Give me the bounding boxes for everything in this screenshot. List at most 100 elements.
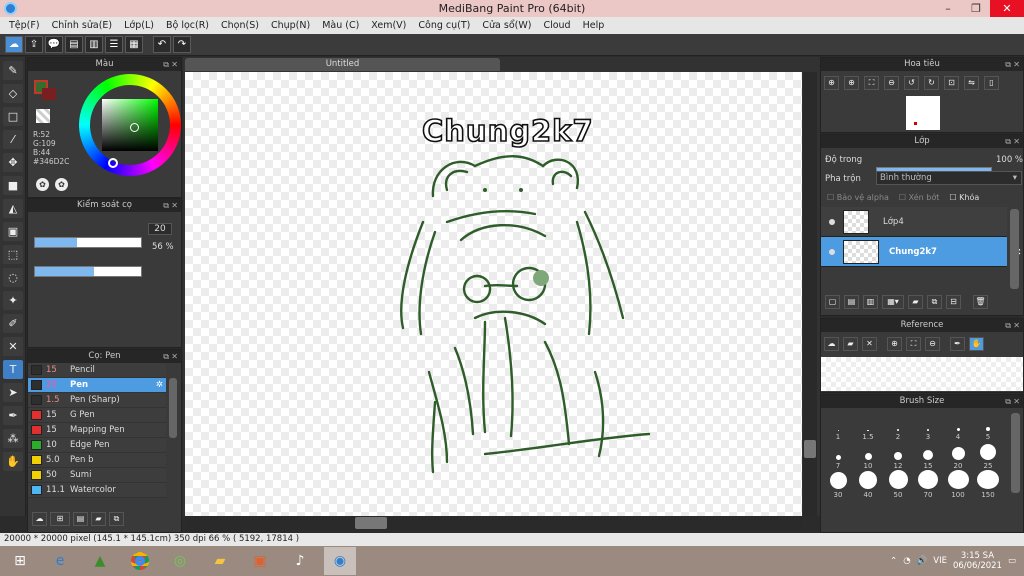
panel-close-icon[interactable]: ✕	[1013, 395, 1020, 408]
float-icon[interactable]: ⧉	[163, 58, 169, 71]
menu-select[interactable]: Chọn(S)	[215, 20, 265, 31]
reference-fit-icon[interactable]: ⛶	[906, 337, 921, 351]
minimize-button[interactable]: –	[934, 0, 962, 17]
reference-eyedropper-icon[interactable]: ✒	[950, 337, 965, 351]
bucket-tool-icon[interactable]: ◭	[3, 199, 23, 218]
brush-item-g-pen[interactable]: 15 G Pen	[28, 408, 166, 423]
app-green-icon[interactable]: ◎	[164, 547, 196, 575]
float-icon[interactable]: ⧉	[1005, 58, 1011, 71]
wifi-icon[interactable]: ◔	[903, 556, 910, 566]
brush-size-preset[interactable]: 15	[913, 441, 943, 470]
float-icon[interactable]: ⧉	[1005, 319, 1011, 332]
brush-item-watercolor[interactable]: 11.1 Watercolor	[28, 483, 166, 498]
tiktok-icon[interactable]: ♪	[284, 547, 316, 575]
panel-close-icon[interactable]: ✕	[171, 58, 178, 71]
rect-tool-icon[interactable]: □	[3, 107, 23, 126]
menu-file[interactable]: Tệp(F)	[3, 20, 46, 31]
menu-layer[interactable]: Lớp(L)	[118, 20, 160, 31]
redo-icon[interactable]: ↷	[173, 36, 191, 53]
horizontal-scrollbar[interactable]	[185, 516, 802, 530]
brush-size-preset[interactable]: 2	[883, 412, 913, 441]
vertical-scroll-thumb[interactable]	[804, 440, 816, 458]
lock-checkbox[interactable]: ☐ Khóa	[949, 193, 979, 202]
brush-opacity-slider[interactable]	[34, 266, 142, 277]
chat-icon[interactable]: 💬	[45, 36, 63, 53]
navigator-preview[interactable]	[906, 96, 940, 130]
zoom-out-icon[interactable]: ⊖	[884, 76, 899, 90]
brush-item-pen-b[interactable]: 5.0 Pen b	[28, 453, 166, 468]
hand-tool-icon[interactable]: ✋	[3, 452, 23, 471]
bluestacks-icon[interactable]: ▲	[84, 547, 116, 575]
fill-rect-icon[interactable]: ■	[3, 176, 23, 195]
upload-icon[interactable]: ⇪	[25, 36, 43, 53]
lasso-icon[interactable]: ◌	[3, 268, 23, 287]
brush-size-value[interactable]: 20	[148, 223, 172, 235]
panel-close-icon[interactable]: ✕	[1013, 135, 1020, 148]
media-app-icon[interactable]: ▣	[244, 547, 276, 575]
float-icon[interactable]: ⧉	[1005, 135, 1011, 148]
brush-size-preset[interactable]: 150	[973, 470, 1003, 499]
brush-size-preset[interactable]: 25	[973, 441, 1003, 470]
brush-size-scrollbar[interactable]	[1011, 413, 1020, 493]
brush-size-preset[interactable]: 1	[823, 412, 853, 441]
panel-close-icon[interactable]: ✕	[1013, 319, 1020, 332]
new-8bit-layer-icon[interactable]: ▥	[863, 295, 878, 309]
brush-tool-icon[interactable]: ✎	[3, 61, 23, 80]
float-icon[interactable]: ⧉	[1005, 395, 1011, 408]
panel-close-icon[interactable]: ✕	[171, 199, 178, 212]
grid-icon[interactable]: ▦	[125, 36, 143, 53]
gear-icon[interactable]: ✲	[156, 380, 163, 390]
horizontal-scroll-thumb[interactable]	[355, 517, 387, 529]
gradient-tool-icon[interactable]: ▣	[3, 222, 23, 241]
vertical-scrollbar[interactable]	[803, 72, 817, 516]
notification-icon[interactable]: ▭	[1008, 556, 1016, 566]
brush-duplicate-icon[interactable]: ⧉	[109, 512, 124, 526]
protect-alpha-checkbox[interactable]: ☐ Bảo vệ alpha	[827, 193, 889, 202]
hue-handle[interactable]	[108, 158, 118, 168]
float-icon[interactable]: ⧉	[163, 350, 169, 363]
clipping-checkbox[interactable]: ☐ Xén bớt	[899, 193, 939, 202]
visibility-icon[interactable]	[829, 248, 835, 255]
layer-row-chung2k7[interactable]: Chung2k7 ✲	[821, 237, 1021, 267]
reference-viewer[interactable]	[821, 357, 1023, 391]
brush-copy-icon[interactable]: ▤	[73, 512, 88, 526]
duplicate-layer-icon[interactable]: ⧉	[927, 295, 942, 309]
menu-edit[interactable]: Chỉnh sửa(E)	[46, 20, 119, 31]
menu-tools[interactable]: Công cụ(T)	[412, 20, 476, 31]
rotate-right-icon[interactable]: ↻	[924, 76, 939, 90]
menu-help[interactable]: Help	[577, 20, 611, 31]
brush-size-preset[interactable]: 40	[853, 470, 883, 499]
brush-size-preset[interactable]: 30	[823, 470, 853, 499]
add-layer-menu-icon[interactable]: ▦▾	[882, 295, 904, 309]
brush-item-pen-sharp[interactable]: 1.5 Pen (Sharp)	[28, 393, 166, 408]
reference-hand-icon[interactable]: ✋	[969, 337, 984, 351]
magic-wand-icon[interactable]: ✦	[3, 291, 23, 310]
windows-start-icon[interactable]: ⊞	[4, 547, 36, 575]
fit-icon[interactable]: ⛶	[864, 76, 879, 90]
layer-row-lop4[interactable]: Lớp4	[821, 207, 1007, 237]
brush-folder-icon[interactable]: ▰	[91, 512, 106, 526]
blend-mode-select[interactable]: Bình thường ▾	[876, 171, 1022, 185]
close-button[interactable]: ✕	[990, 0, 1024, 17]
menu-cloud[interactable]: Cloud	[537, 20, 576, 31]
color-picker-handle[interactable]	[130, 123, 139, 132]
brush-size-slider[interactable]	[34, 237, 142, 248]
layer-list-scrollbar[interactable]	[1010, 209, 1019, 289]
menu-snap[interactable]: Chụp(N)	[265, 20, 316, 31]
reference-close-icon[interactable]: ✕	[862, 337, 877, 351]
medibang-taskbar-icon[interactable]: ◉	[324, 547, 356, 575]
secondary-color-swatch[interactable]	[42, 88, 56, 100]
new-layer-icon[interactable]: ▢	[825, 295, 840, 309]
cloud-brush-icon[interactable]: ☁	[32, 512, 47, 526]
chrome-icon[interactable]	[124, 547, 156, 575]
volume-icon[interactable]: 🔊	[917, 556, 928, 566]
brush-item-pen[interactable]: 20 Pen ✲	[28, 378, 166, 393]
new-halftone-layer-icon[interactable]: ▤	[844, 295, 859, 309]
select-eraser-icon[interactable]: ✕	[3, 337, 23, 356]
zoom-in-icon[interactable]: ⊕	[824, 76, 839, 90]
select-rect-icon[interactable]: ⬚	[3, 245, 23, 264]
brush-size-preset[interactable]: 50	[883, 470, 913, 499]
brush-size-preset[interactable]: 7	[823, 441, 853, 470]
rotate-left-icon[interactable]: ↺	[904, 76, 919, 90]
list-icon[interactable]: ☰	[105, 36, 123, 53]
